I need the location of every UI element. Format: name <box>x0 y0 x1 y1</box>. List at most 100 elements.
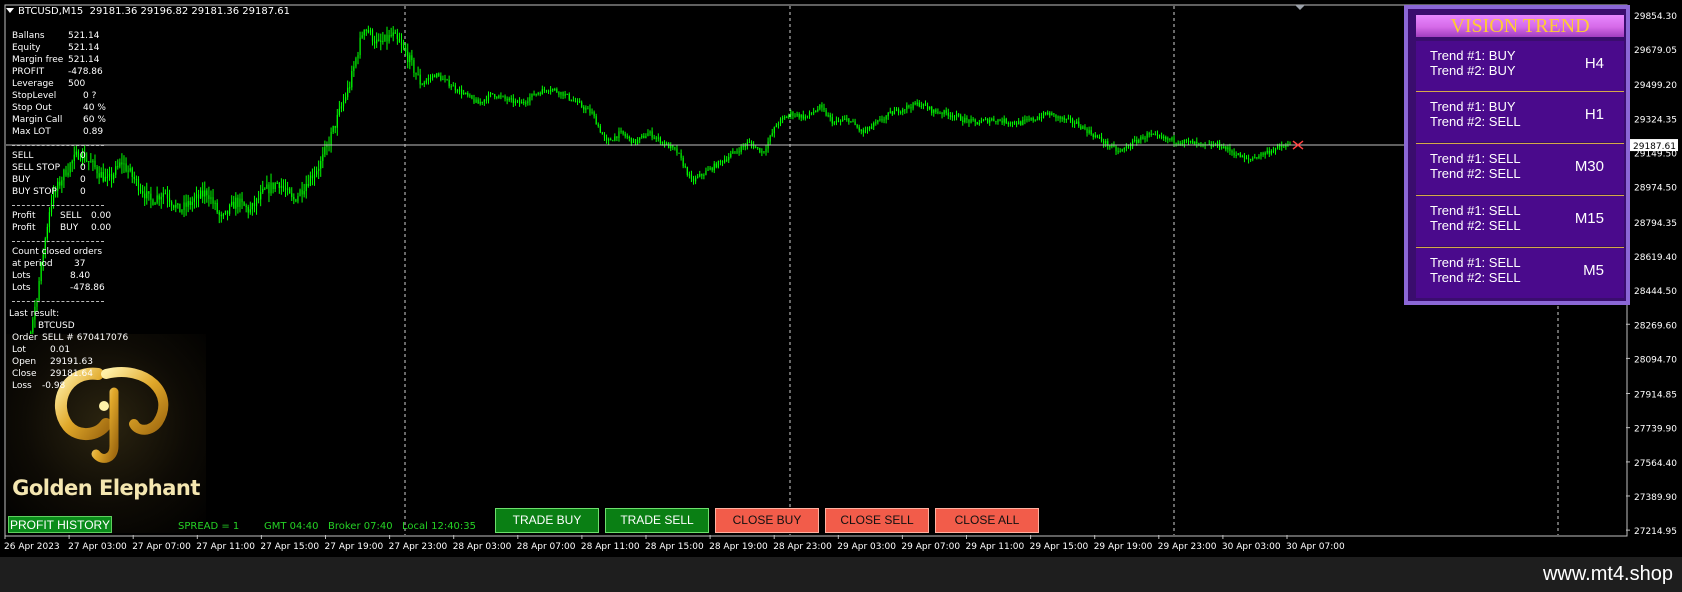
candle-body <box>115 166 117 175</box>
candle-body <box>1221 147 1223 149</box>
candle-body <box>286 188 289 190</box>
candle-body <box>347 87 349 98</box>
candle-body <box>856 125 858 128</box>
local-time: Local 12:40:35 <box>402 521 477 532</box>
candle-body <box>77 151 80 160</box>
candle-body <box>719 160 722 162</box>
candle-body <box>231 201 233 206</box>
close-sell-button[interactable]: CLOSE SELL <box>825 508 929 533</box>
candle-body <box>1229 147 1231 152</box>
trend-row-m15: Trend #1: SELL Trend #2: SELL M15 <box>1416 196 1624 246</box>
candle-body <box>473 98 475 103</box>
candle-body <box>514 100 517 103</box>
candle-body <box>307 184 309 186</box>
candle-body <box>1067 118 1069 120</box>
candle-body <box>1042 112 1045 118</box>
candle-body <box>1241 155 1243 158</box>
symbol-header: BTCUSD,M15 29181.36 29196.82 29181.36 29… <box>6 6 290 17</box>
candle-body <box>1096 135 1098 138</box>
trade-sell-button[interactable]: TRADE SELL <box>605 508 709 533</box>
candle-body <box>825 110 827 116</box>
candle-body <box>1194 141 1196 144</box>
candle-body <box>189 201 191 205</box>
candle-body <box>456 90 459 92</box>
chart-window[interactable]: 29187.61 29854.30 29679.05 29499.20 29324.3… <box>0 0 1682 592</box>
trend1-text: Trend #1: SELL <box>1430 255 1521 270</box>
chart-shift-marker-icon[interactable] <box>1295 5 1305 10</box>
candle-body <box>127 170 129 172</box>
candle-body <box>88 161 90 163</box>
candle-body <box>1142 136 1144 140</box>
close-all-button[interactable]: CLOSE ALL <box>935 508 1039 533</box>
candle-body <box>1059 116 1061 119</box>
candle-body <box>885 116 887 120</box>
trend-lines: Trend #1: SELL Trend #2: SELL <box>1430 151 1521 181</box>
candle-body <box>639 137 641 140</box>
info-label: Ballans <box>12 31 45 41</box>
candle-body <box>477 99 479 104</box>
candle-body <box>197 194 200 199</box>
candle-body <box>1063 117 1065 120</box>
trend2-text: Trend #2: SELL <box>1430 270 1521 285</box>
candle-body <box>821 104 823 108</box>
separator <box>12 205 104 206</box>
candle-body <box>249 209 251 213</box>
close-buy-button[interactable]: CLOSE BUY <box>715 508 819 533</box>
candle-body <box>595 116 597 125</box>
x-tick-label: 27 Apr 15:00 <box>260 542 319 552</box>
candle-body <box>953 116 956 118</box>
candle-body <box>723 159 726 163</box>
trend1-text: Trend #1: SELL <box>1430 203 1521 218</box>
trade-buy-button[interactable]: TRADE BUY <box>495 508 599 533</box>
candle-body <box>920 105 922 107</box>
candle-body <box>322 154 324 161</box>
candle-body <box>694 177 697 182</box>
candle-body <box>1103 140 1105 144</box>
timeframe-label: H4 <box>1584 55 1604 72</box>
candle-body <box>922 103 925 106</box>
candle-body <box>608 139 610 141</box>
candle-body <box>1231 151 1233 153</box>
candle-body <box>349 87 351 89</box>
candle-body <box>823 107 825 111</box>
candle-body <box>554 89 556 91</box>
candle-body <box>605 137 608 141</box>
candle-body <box>139 190 142 192</box>
candle-body <box>158 195 160 200</box>
trend2-text: Trend #2: SELL <box>1430 166 1521 181</box>
candle-body <box>1281 145 1283 147</box>
candle-body <box>933 109 935 113</box>
y-tick-label: 29499.20 <box>1634 81 1677 91</box>
candle-body <box>295 199 297 202</box>
candle-body <box>1266 150 1268 153</box>
candle-body <box>941 113 943 115</box>
last-result-label: Last result: <box>9 309 60 319</box>
candle-body <box>676 148 678 153</box>
profit-history-button[interactable]: PROFIT HISTORY <box>8 516 112 533</box>
candle-body <box>373 41 376 44</box>
candle-body <box>463 93 465 95</box>
candle-body <box>429 77 432 79</box>
candle-body <box>338 108 340 115</box>
candle-body <box>392 32 394 36</box>
candle-body <box>1024 119 1026 121</box>
menu-triangle-icon[interactable] <box>6 8 14 13</box>
candle-body <box>487 94 490 101</box>
website-url[interactable]: www.mt4.shop <box>1543 563 1673 586</box>
candle-body <box>655 137 657 139</box>
candle-body <box>61 180 63 186</box>
candle-body <box>1016 123 1018 125</box>
candle-body <box>216 202 218 213</box>
candle-body <box>610 139 612 141</box>
trend-row-m5: Trend #1: SELL Trend #2: SELL M5 <box>1416 248 1624 298</box>
vision-trend-title: VISION TREND <box>1416 15 1624 37</box>
candle-body <box>1098 137 1101 139</box>
candle-body <box>506 98 508 101</box>
candle-body <box>630 137 632 143</box>
candle-body <box>978 122 980 125</box>
closed-value: -478.86 <box>70 283 105 293</box>
candle-body <box>110 173 113 180</box>
candle-body <box>212 197 214 204</box>
candle-body <box>1082 126 1084 129</box>
candle-body <box>624 134 626 137</box>
